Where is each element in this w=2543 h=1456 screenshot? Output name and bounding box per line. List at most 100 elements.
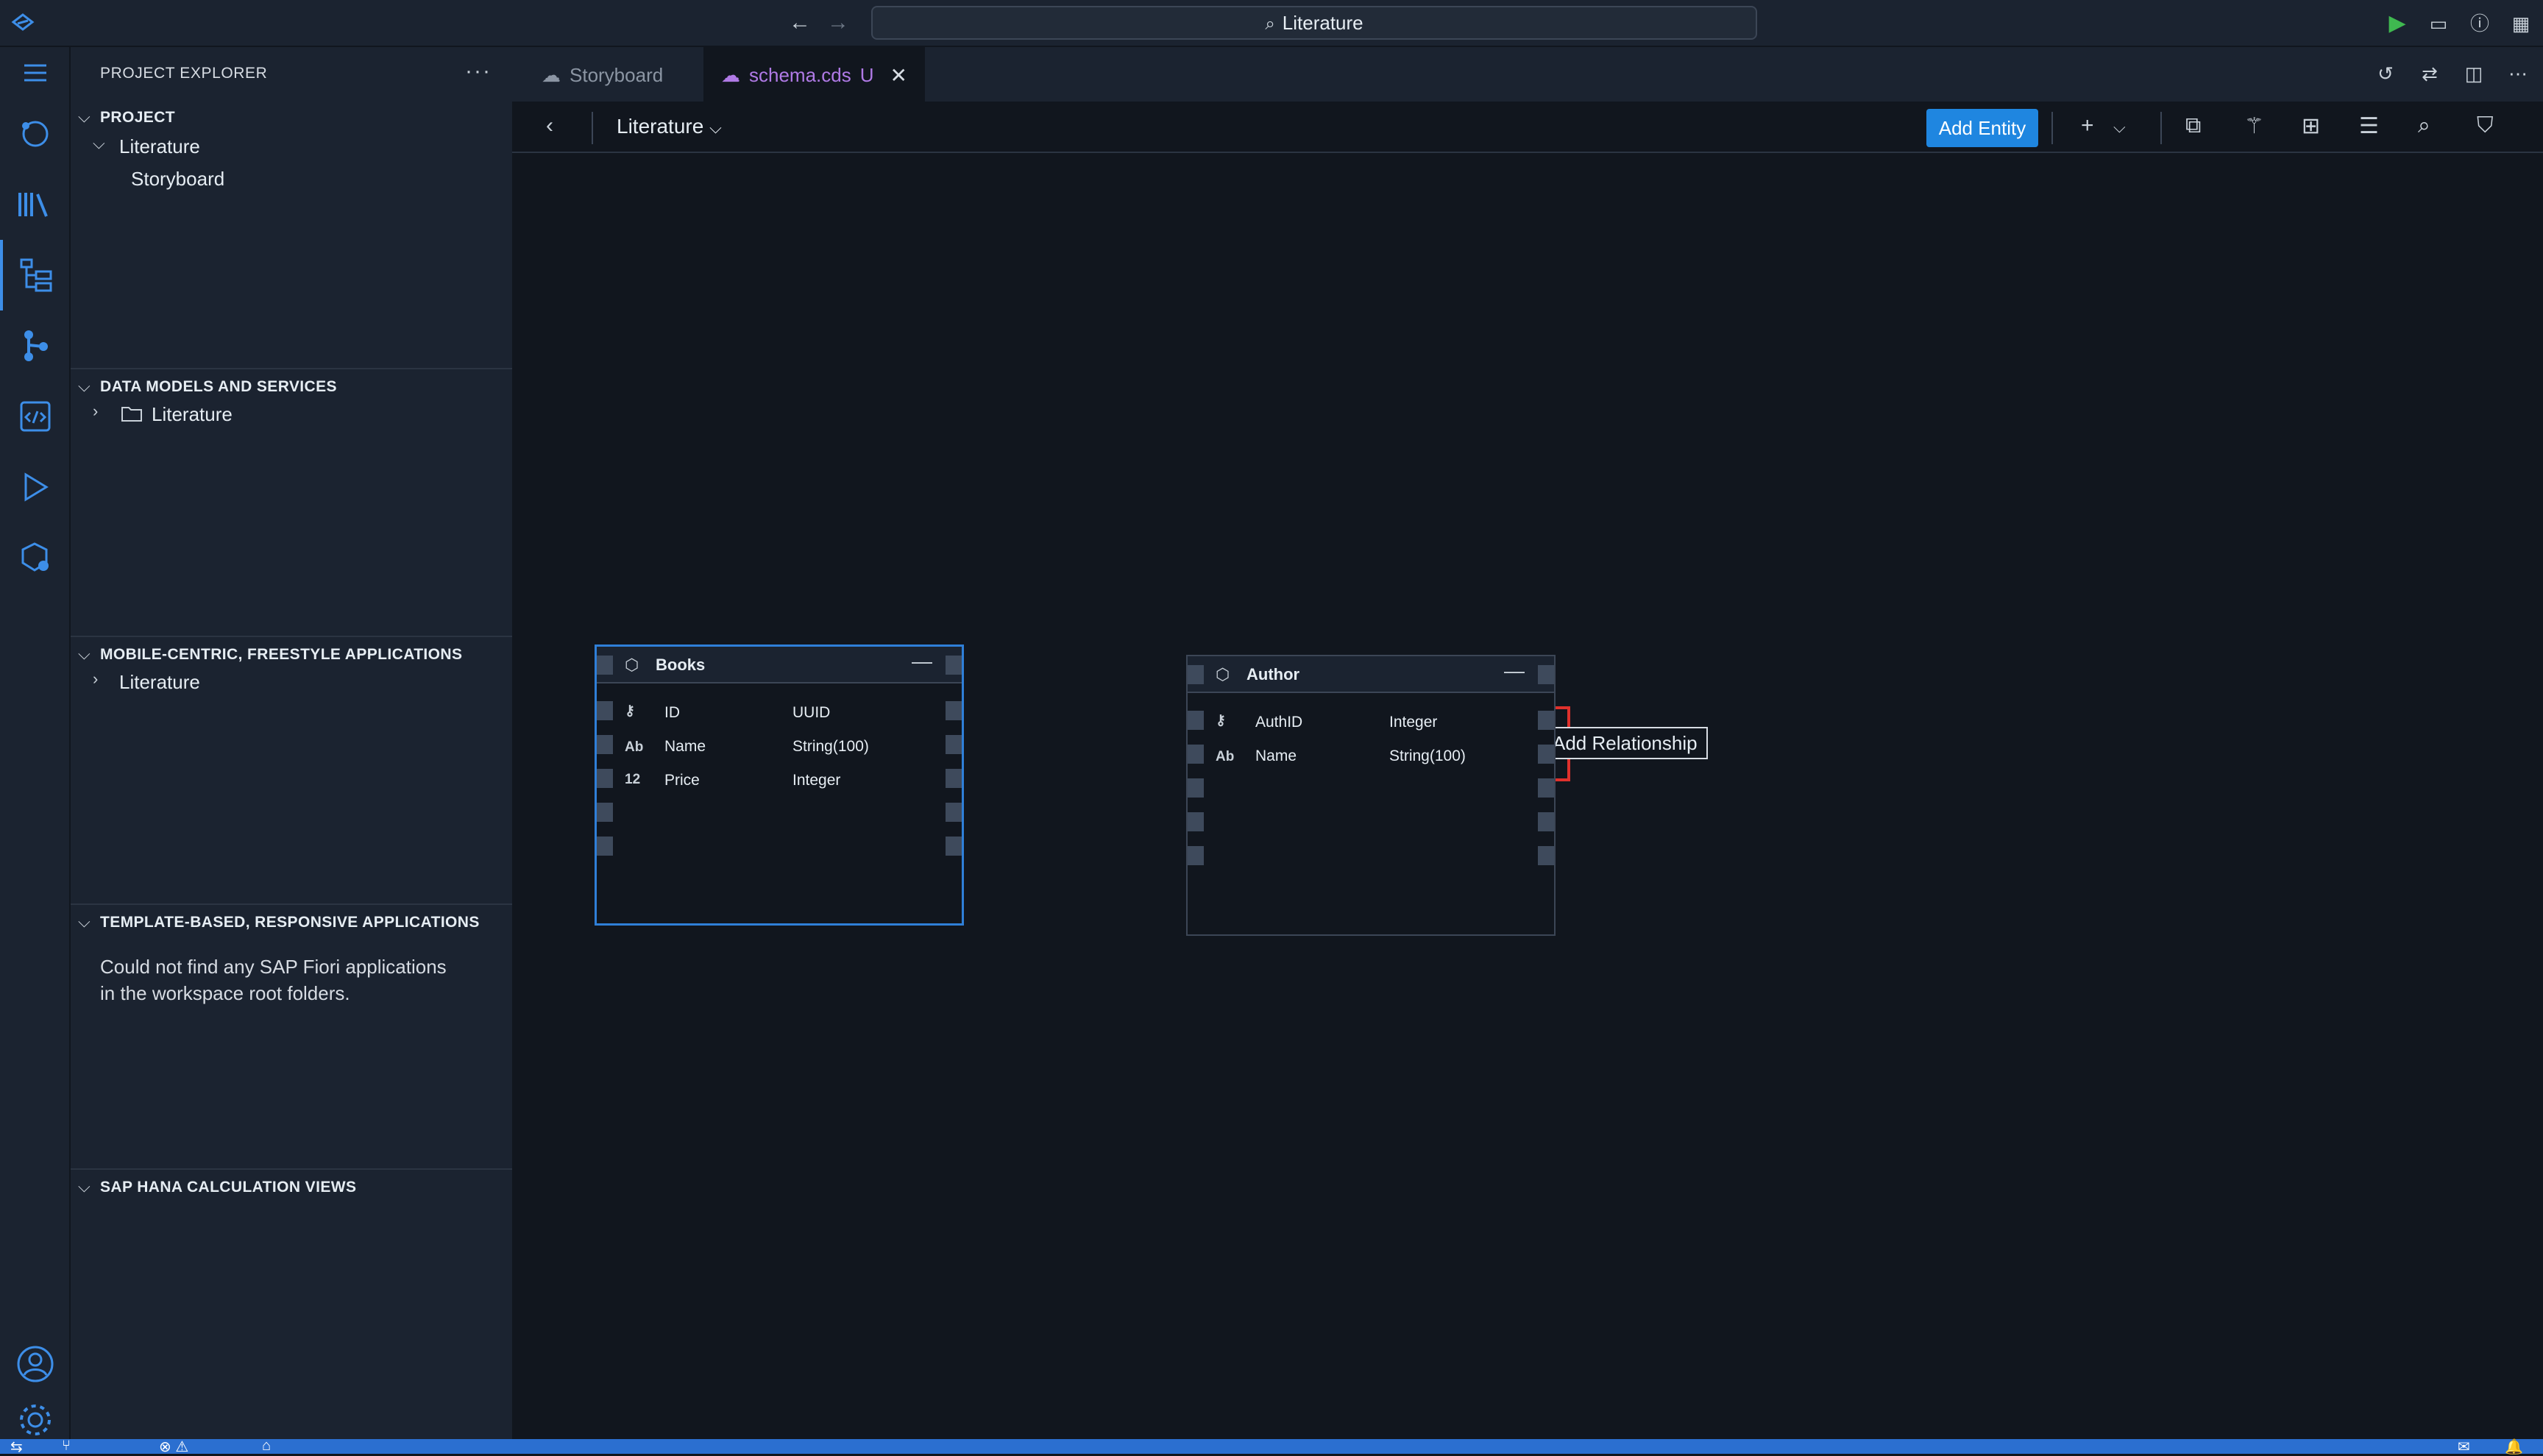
port[interactable] (1538, 745, 1554, 764)
chevron-down-icon[interactable]: ⌵ (93, 134, 105, 153)
port[interactable] (597, 837, 613, 856)
more-icon[interactable]: ⋯ (2506, 62, 2530, 85)
split-editor-icon[interactable]: ◫ (2462, 62, 2486, 85)
close-icon[interactable]: ✕ (890, 63, 907, 88)
chevron-down-icon[interactable]: ⌵ (78, 107, 91, 127)
port[interactable] (1538, 778, 1554, 798)
more-actions-icon[interactable]: ··· (465, 59, 492, 84)
port[interactable] (1538, 665, 1554, 684)
section-title-mobile[interactable]: MOBILE-CENTRIC, FREESTYLE APPLICATIONS (100, 646, 462, 664)
explorer-icon[interactable] (0, 99, 71, 169)
port[interactable] (946, 837, 962, 856)
auto-layout-icon[interactable]: ⊞ (2302, 113, 2320, 139)
field-name[interactable]: Name (664, 738, 706, 756)
remote-icon[interactable]: ⇆ (10, 1438, 23, 1456)
copy-icon[interactable]: ⧉ (2185, 113, 2201, 138)
field-name[interactable]: Name (1255, 747, 1297, 765)
port[interactable] (1188, 846, 1204, 865)
field-name[interactable]: AuthID (1255, 714, 1302, 731)
run-debug-icon[interactable] (0, 452, 71, 522)
port[interactable] (946, 803, 962, 822)
port[interactable] (1188, 778, 1204, 798)
add-entity-button[interactable]: Add Entity (1926, 109, 2038, 147)
chevron-right-icon[interactable]: › (93, 670, 98, 689)
chevron-down-icon[interactable]: ⌵ (78, 644, 91, 664)
entity-icon: ⬡ (625, 656, 639, 674)
breadcrumb[interactable]: Literature ⌵ (617, 115, 722, 138)
chevron-down-icon[interactable]: ⌵ (78, 377, 91, 396)
entity-books[interactable]: ⬡ Books — ⚷ ID UUID Ab Name String(100) … (595, 644, 964, 926)
back-arrow-icon[interactable]: ← (789, 10, 811, 35)
search-icon[interactable]: ⌕ (2418, 113, 2430, 138)
port[interactable] (597, 656, 613, 675)
breadcrumb-label: Literature (617, 115, 704, 138)
port[interactable] (597, 701, 613, 720)
entity-header[interactable]: ⬡ Books — (597, 647, 962, 683)
code-editor-icon[interactable] (0, 381, 71, 452)
activity-bar (0, 47, 71, 1439)
port[interactable] (1538, 812, 1554, 831)
connect-icon[interactable]: ⌂ (262, 1438, 271, 1455)
settings-icon[interactable] (0, 1398, 71, 1442)
section-title-hana[interactable]: SAP HANA CALCULATION VIEWS (100, 1179, 356, 1196)
tree-item-literature[interactable]: Literature (119, 135, 200, 158)
toggle-panel-icon[interactable]: ▭ (2427, 12, 2450, 35)
tree-item-storyboard[interactable]: Storyboard (131, 168, 224, 191)
minimize-icon[interactable]: — (912, 650, 932, 673)
branch-icon[interactable]: ⑂ (62, 1438, 71, 1455)
section-title-template[interactable]: TEMPLATE-BASED, RESPONSIVE APPLICATIONS (100, 914, 480, 931)
tab-schema-cds[interactable]: ☁ schema.cds U ✕ (703, 47, 925, 103)
port[interactable] (597, 803, 613, 822)
section-title-data-models[interactable]: DATA MODELS AND SERVICES (100, 378, 337, 396)
port[interactable] (1188, 665, 1204, 684)
port[interactable] (597, 769, 613, 788)
port[interactable] (946, 735, 962, 754)
chevron-down-icon[interactable]: ⌵ (2113, 118, 2126, 137)
chevron-left-icon[interactable]: ‹ (546, 113, 553, 138)
port[interactable] (1188, 711, 1204, 730)
port[interactable] (1188, 812, 1204, 831)
tree-item-literature-model[interactable]: Literature (152, 403, 233, 426)
help-icon[interactable]: ⓘ (2468, 12, 2491, 35)
empty-message-line1: Could not find any SAP Fiori application… (100, 956, 447, 978)
minimize-icon[interactable]: — (1504, 659, 1525, 683)
port[interactable] (946, 656, 962, 675)
tab-bar: ☁ Storyboard ☁ schema.cds U ✕ ↺ ⇄ ◫ ⋯ (512, 47, 2543, 103)
port[interactable] (1538, 846, 1554, 865)
source-control-icon[interactable] (0, 310, 71, 381)
tab-storyboard[interactable]: ☁ Storyboard (524, 47, 681, 103)
tree-item-literature-mobile[interactable]: Literature (119, 671, 200, 694)
port[interactable] (946, 769, 962, 788)
library-icon[interactable] (0, 169, 71, 240)
port[interactable] (597, 735, 613, 754)
entity-header[interactable]: ⬡ Author — (1188, 656, 1554, 693)
field-name[interactable]: ID (664, 704, 680, 722)
extensions-icon[interactable] (0, 522, 71, 593)
chevron-down-icon[interactable]: ⌵ (78, 1177, 91, 1196)
sort-icon[interactable]: ☰ (2359, 113, 2379, 139)
run-icon[interactable]: ▶ (2386, 12, 2409, 35)
project-tree-icon[interactable] (0, 240, 71, 310)
folder-icon (121, 407, 142, 422)
compare-icon[interactable]: ⇄ (2418, 62, 2441, 85)
add-icon[interactable]: + (2081, 113, 2094, 138)
history-icon[interactable]: ↺ (2374, 62, 2397, 85)
forward-arrow-icon[interactable]: → (827, 10, 849, 35)
port[interactable] (1538, 711, 1554, 730)
port[interactable] (1188, 745, 1204, 764)
magic-wand-icon[interactable]: ⚚ (2244, 113, 2264, 139)
port[interactable] (946, 701, 962, 720)
entity-author[interactable]: ⬡ Author — ⚷ AuthID Integer Ab Name Stri… (1186, 655, 1556, 936)
problems-icon[interactable]: ⊗ ⚠ (159, 1438, 188, 1456)
layout-icon[interactable]: ▦ (2509, 12, 2533, 35)
command-center-search[interactable]: ⌕ Literature (871, 6, 1757, 40)
section-title-project[interactable]: PROJECT (100, 109, 175, 127)
filter-icon[interactable]: ⛉ (2477, 113, 2494, 138)
field-name[interactable]: Price (664, 772, 700, 789)
feedback-icon[interactable]: ✉ (2458, 1438, 2470, 1456)
chevron-right-icon[interactable]: › (93, 402, 98, 421)
chevron-down-icon[interactable]: ⌵ (78, 912, 91, 931)
menu-icon[interactable] (0, 47, 71, 99)
notifications-icon[interactable]: 🔔 (2505, 1438, 2523, 1456)
account-icon[interactable] (0, 1329, 71, 1399)
